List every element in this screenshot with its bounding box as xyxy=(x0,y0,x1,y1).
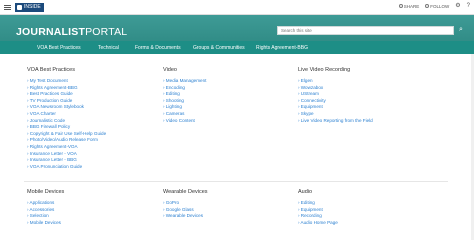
section-live-video-recording: Live Video Recording › Elgen › Wowzabox … xyxy=(298,67,373,124)
main-navigation: VOA Best Practices Technical Forms & Doc… xyxy=(0,41,474,54)
list-item[interactable]: › Applications xyxy=(27,200,64,207)
nav-item-technical[interactable]: Technical xyxy=(98,45,119,51)
list-item[interactable]: › Skype xyxy=(298,111,373,118)
settings-gear-icon[interactable]: ⚙ xyxy=(455,3,460,9)
help-icon[interactable]: ? xyxy=(467,3,470,9)
list-item[interactable]: › Lighting xyxy=(163,104,206,111)
list-item[interactable]: › VOA Newsroom Stylebook xyxy=(27,104,106,111)
section-title: Audio xyxy=(298,189,313,195)
list-item[interactable]: › Equipment xyxy=(298,207,338,214)
inside-button[interactable]: INSIDE xyxy=(15,3,44,12)
section-voa-best-practices: VOA Best Practices › My Test Document › … xyxy=(27,67,106,170)
list-item[interactable]: › Insurance Letter - BBG xyxy=(27,157,106,164)
list-item[interactable]: › Editing xyxy=(298,200,338,207)
list-item[interactable]: › GoPro xyxy=(163,200,208,207)
link-list: › GoPro › Google Glass › Wearable Device… xyxy=(163,200,208,220)
search-input[interactable] xyxy=(277,26,454,35)
section-title: Live Video Recording xyxy=(298,67,351,73)
list-item[interactable]: › Recording xyxy=(298,213,338,220)
list-item[interactable]: › Selection xyxy=(27,213,64,220)
list-item[interactable]: › UStream xyxy=(298,91,373,98)
share-label: SHARE xyxy=(403,3,420,9)
list-item[interactable]: › TV Production Guide xyxy=(27,98,106,105)
list-item[interactable]: › Equipment xyxy=(298,104,373,111)
section-title: Mobile Devices xyxy=(27,189,65,195)
list-item[interactable]: › Rights Agreement-VOA xyxy=(27,144,106,151)
list-item[interactable]: › Wearable Devices xyxy=(163,213,208,220)
list-item[interactable]: › Editing xyxy=(163,91,206,98)
list-item[interactable]: › Best Practices Guide xyxy=(27,91,106,98)
list-item[interactable]: › Mobile Devices xyxy=(27,220,64,227)
list-item[interactable]: › Accessories xyxy=(27,207,64,214)
list-item[interactable]: › VOA Charter xyxy=(27,111,106,118)
follow-icon xyxy=(425,4,430,8)
list-item[interactable]: › BBG Firewall Policy xyxy=(27,124,106,131)
hamburger-menu-icon[interactable] xyxy=(4,5,11,10)
list-item[interactable]: › Journalistic Code xyxy=(27,118,106,125)
list-item[interactable]: › Audio Home Page xyxy=(298,220,338,227)
list-item[interactable]: › Wowzabox xyxy=(298,85,373,92)
list-item[interactable]: › Google Glass xyxy=(163,207,208,214)
section-divider xyxy=(24,181,448,182)
inside-icon xyxy=(17,5,22,10)
list-item[interactable]: › Encoding xyxy=(163,85,206,92)
list-item[interactable]: › VOA Pronunciation Guide xyxy=(27,164,106,171)
list-item[interactable]: › Cameras xyxy=(163,111,206,118)
top-right-actions: SHARE FOLLOW ⚙ ? xyxy=(398,3,470,9)
nav-home-spacer xyxy=(0,41,24,54)
inside-label: INSIDE xyxy=(24,4,41,10)
section-wearable-devices: Wearable Devices › GoPro › Google Glass … xyxy=(163,189,208,220)
section-title: Wearable Devices xyxy=(163,189,208,195)
follow-label: FOLLOW xyxy=(430,3,450,9)
list-item[interactable]: › My Test Document xyxy=(27,78,106,85)
link-list: › Editing › Equipment › Recording › Audi… xyxy=(298,200,338,226)
share-button[interactable]: SHARE xyxy=(398,3,420,9)
list-item[interactable]: › Media Management xyxy=(163,78,206,85)
link-list: › Elgen › Wowzabox › UStream › Connectiv… xyxy=(298,78,373,124)
section-title: VOA Best Practices xyxy=(27,67,75,73)
section-audio: Audio › Editing › Equipment › Recording … xyxy=(298,189,338,226)
nav-item-rights-agreement[interactable]: Rights Agreement-BBG xyxy=(256,45,308,51)
list-item[interactable]: › Video Content xyxy=(163,118,206,125)
link-list: › My Test Document › Rights Agreement-BB… xyxy=(27,78,106,170)
list-item[interactable]: › Insurance Letter - VOA xyxy=(27,151,106,158)
list-item[interactable]: › Connectivity xyxy=(298,98,373,105)
follow-button[interactable]: FOLLOW xyxy=(425,4,449,9)
section-mobile-devices: Mobile Devices › Applications › Accessor… xyxy=(27,189,64,226)
nav-item-forms-documents[interactable]: Forms & Documents xyxy=(135,45,181,51)
section-video: Video › Media Management › Encoding › Ed… xyxy=(163,67,206,124)
link-list: › Media Management › Encoding › Editing … xyxy=(163,78,206,124)
list-item[interactable]: › Elgen xyxy=(298,78,373,85)
link-list: › Applications › Accessories › Selection… xyxy=(27,200,64,226)
list-item[interactable]: › Copyright & Fair Use Self-Help Guide xyxy=(27,131,106,138)
nav-item-voa-best-practices[interactable]: VOA Best Practices xyxy=(37,45,81,51)
nav-item-groups-communities[interactable]: Groups & Communities xyxy=(193,45,245,51)
logo-light-text: PORTAL xyxy=(85,26,128,38)
site-logo[interactable]: JOURNALISTPORTAL xyxy=(16,26,127,38)
list-item[interactable]: › Photo/Video/Audio Release Form xyxy=(27,137,106,144)
section-title: Video xyxy=(163,67,177,73)
search-icon[interactable]: ⌕ xyxy=(457,26,465,34)
top-utility-bar: INSIDE SHARE FOLLOW ⚙ ? xyxy=(0,0,474,15)
share-icon xyxy=(398,4,403,8)
logo-bold-text: JOURNALIST xyxy=(16,26,86,38)
list-item[interactable]: › Live Video Reporting from the Field xyxy=(298,118,373,125)
list-item[interactable]: › Shooting xyxy=(163,98,206,105)
list-item[interactable]: › Rights Agreement-BBG xyxy=(27,85,106,92)
